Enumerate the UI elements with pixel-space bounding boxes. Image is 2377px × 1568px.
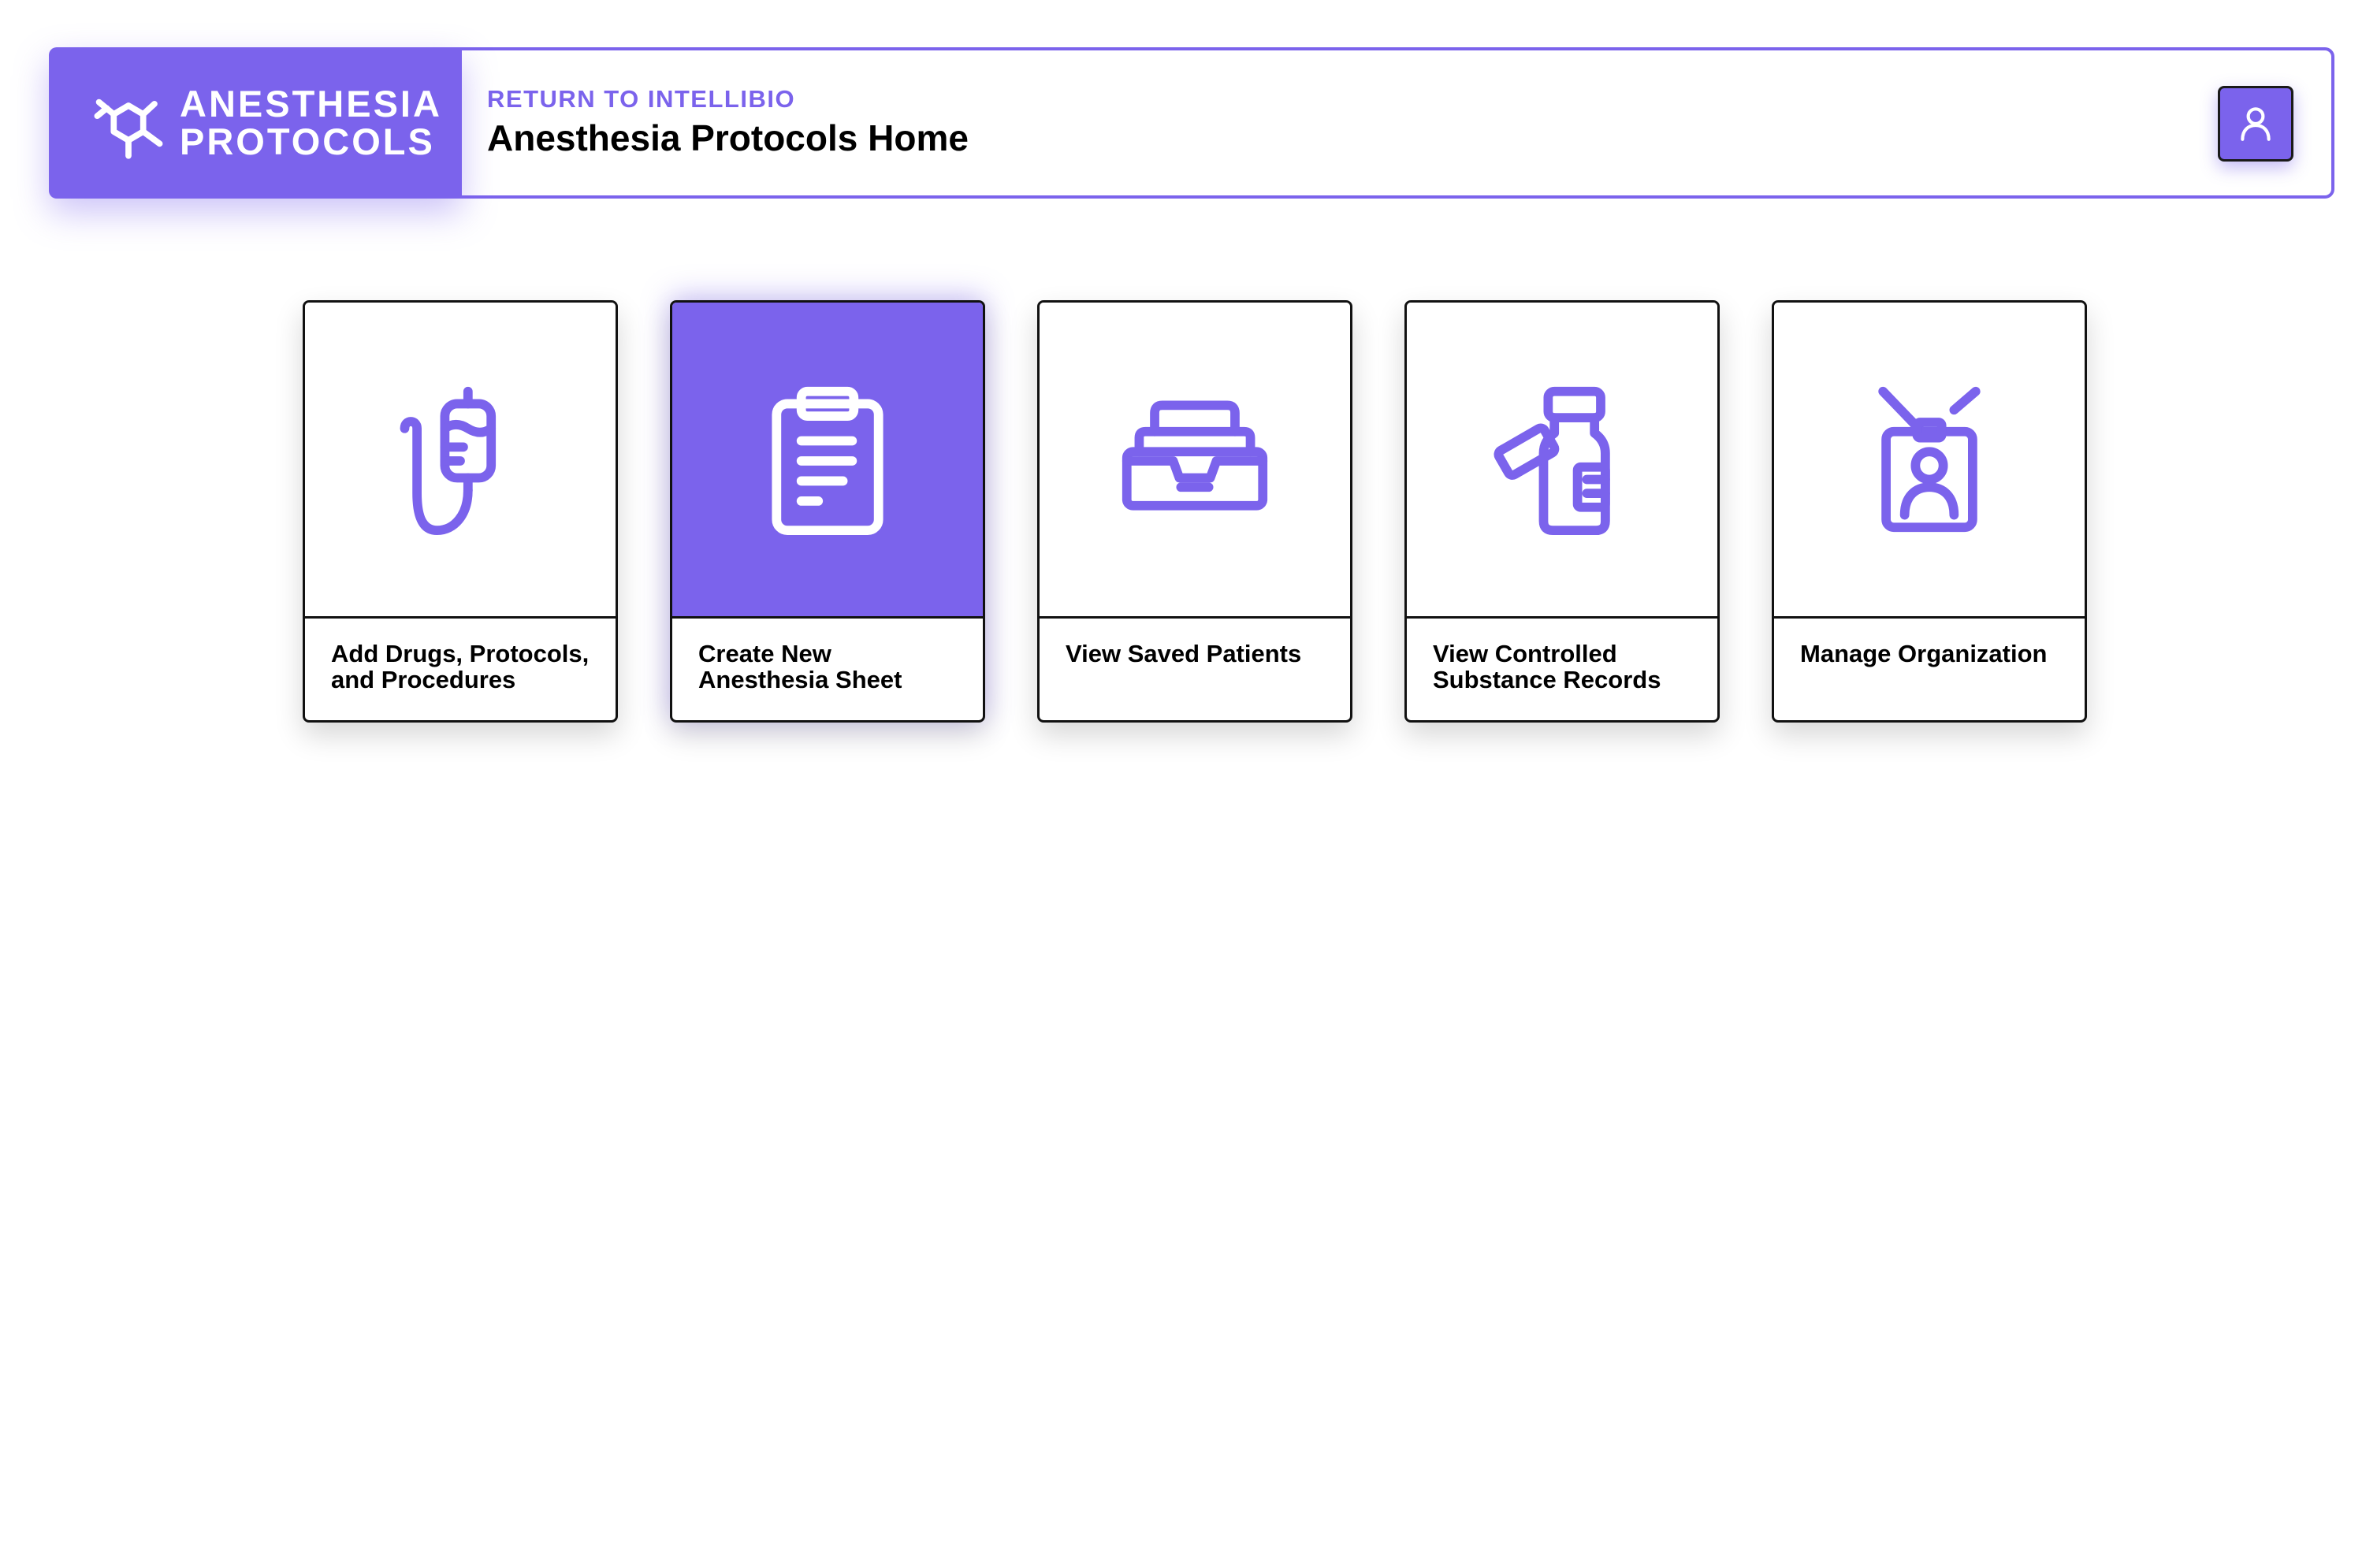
profile-button[interactable]: [2218, 86, 2293, 162]
card-icon-area: [1407, 303, 1717, 619]
card-label: View Saved Patients: [1066, 640, 1302, 667]
inbox-tray-icon: [1122, 400, 1268, 511]
brand-name-line2: PROTOCOLS: [180, 121, 435, 162]
app-header: ANESTHESIA PROTOCOLS RETURN TO INTELLIBI…: [49, 47, 2334, 199]
user-icon: [2241, 107, 2271, 141]
brand-name: ANESTHESIA PROTOCOLS: [180, 85, 442, 161]
card-label: Add Drugs, Protocols, and Procedures: [331, 640, 590, 693]
card-icon-area: [1774, 303, 2085, 619]
brand-logo-block[interactable]: ANESTHESIA PROTOCOLS: [49, 47, 462, 199]
card-add-drugs-protocols[interactable]: Add Drugs, Protocols, and Procedures: [303, 300, 618, 723]
return-to-intellibio-link[interactable]: RETURN TO INTELLIBIO: [487, 85, 969, 113]
card-label: Manage Organization: [1800, 640, 2048, 667]
iv-bag-icon: [400, 386, 497, 536]
card-icon-area: [672, 303, 983, 619]
molecule-icon: [94, 98, 163, 159]
card-view-saved-patients[interactable]: View Saved Patients: [1037, 300, 1352, 723]
action-cards: Add Drugs, Protocols, and Procedures Cre…: [303, 300, 2087, 723]
brand-name-line1: ANESTHESIA: [180, 83, 442, 124]
card-create-anesthesia-sheet[interactable]: Create New Anesthesia Sheet: [670, 300, 985, 723]
card-icon-area: [305, 303, 616, 619]
card-manage-organization[interactable]: Manage Organization: [1772, 300, 2087, 723]
card-label: Create New Anesthesia Sheet: [698, 640, 902, 693]
medicine-bottle-icon: [1494, 386, 1610, 536]
header-titles: RETURN TO INTELLIBIO Anesthesia Protocol…: [487, 50, 969, 195]
card-label: View Controlled Substance Records: [1433, 640, 1661, 693]
id-badge-icon: [1878, 386, 1981, 533]
card-icon-area: [1040, 303, 1350, 619]
page-title: Anesthesia Protocols Home: [487, 117, 969, 158]
clipboard-icon: [772, 386, 883, 536]
card-view-controlled-substance-records[interactable]: View Controlled Substance Records: [1404, 300, 1720, 723]
